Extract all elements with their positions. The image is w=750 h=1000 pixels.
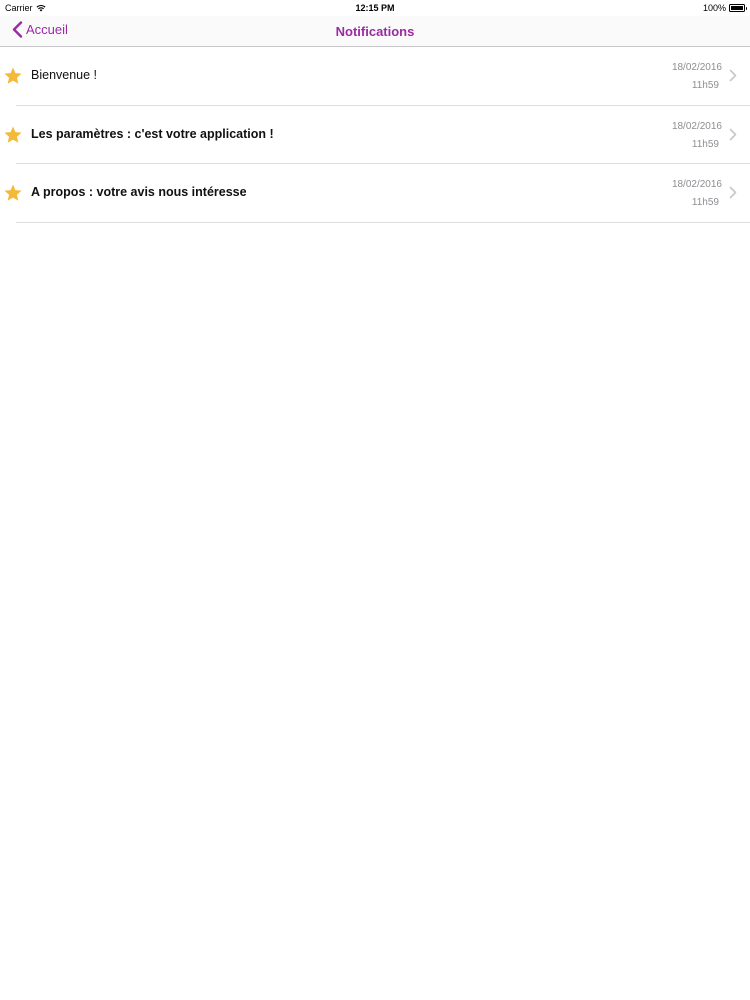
notification-time: 11h59 <box>691 138 719 150</box>
battery-indicator: 100% <box>702 3 747 13</box>
notification-row-2[interactable]: A propos : votre avis nous intéresse 18/… <box>0 164 750 223</box>
notification-date: 18/02/2016 <box>671 62 722 73</box>
notification-time: 11h59 <box>691 197 719 208</box>
notification-list: Bienvenue ! 18/02/2016 11h59 Les paramèt… <box>0 47 750 223</box>
notification-title: A propos : votre avis nous intéresse <box>31 185 247 199</box>
notification-title: Les paramètres : c'est votre application… <box>31 126 274 141</box>
star-icon <box>4 67 22 84</box>
navigation-bar: Accueil Notifications <box>0 16 750 47</box>
notification-time: 11h59 <box>691 80 719 91</box>
notification-row-0[interactable]: Bienvenue ! 18/02/2016 11h59 <box>0 47 750 106</box>
chevron-right-icon <box>729 186 737 199</box>
chevron-right-icon <box>729 69 737 82</box>
notification-date: 18/02/2016 <box>671 120 722 132</box>
star-icon <box>4 126 22 143</box>
star-icon <box>4 184 22 201</box>
battery-fill <box>731 6 743 10</box>
status-time: 12:15 PM <box>355 3 395 13</box>
chevron-right-icon <box>729 128 737 140</box>
notification-row-1[interactable]: Les paramètres : c'est votre application… <box>0 106 750 165</box>
battery-percent: 100% <box>702 3 726 13</box>
status-bar: Carrier 12:15 PM 100% <box>0 0 750 16</box>
page-title: Notifications <box>335 24 415 39</box>
battery-icon <box>729 4 747 12</box>
notification-date: 18/02/2016 <box>671 179 722 190</box>
notification-title: Bienvenue ! <box>31 68 98 82</box>
